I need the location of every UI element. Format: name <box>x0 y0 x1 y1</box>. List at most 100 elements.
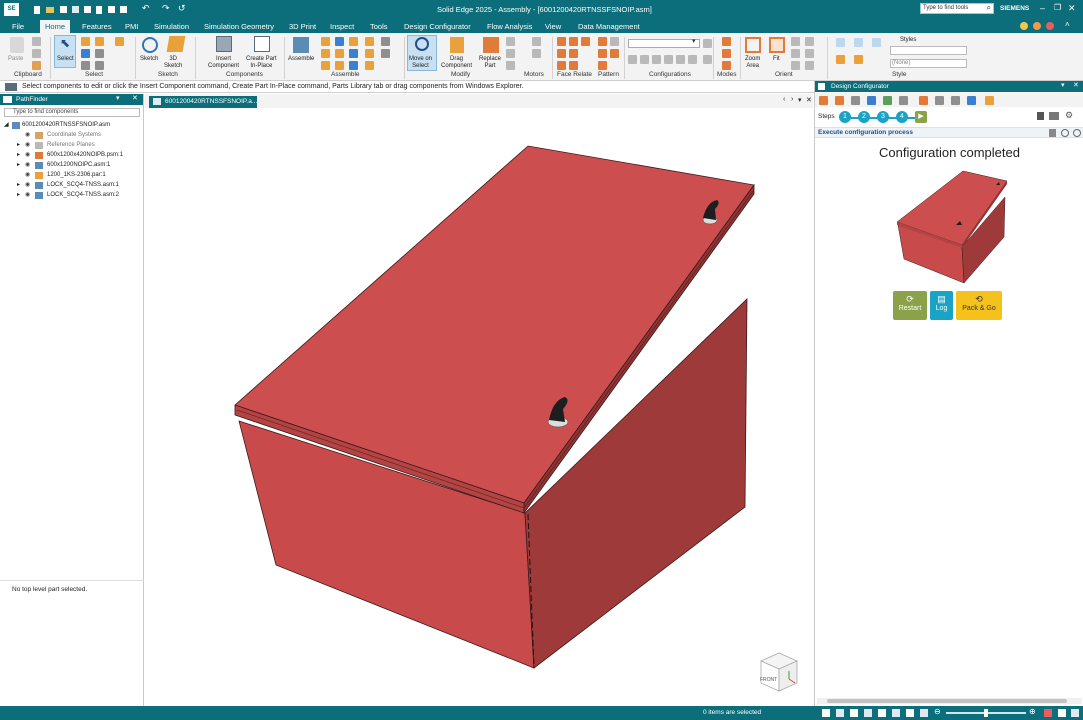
expand-arrow-icon[interactable]: ▸ <box>17 151 20 158</box>
face-relate-icon-3[interactable] <box>557 61 566 70</box>
face-relate-icon-7[interactable] <box>581 37 590 46</box>
relate-icon-1[interactable] <box>321 37 330 46</box>
pathfinder-search[interactable]: Type to find components <box>4 108 140 117</box>
modify-icon-2[interactable] <box>506 49 515 58</box>
relate-icon-12[interactable] <box>365 61 374 70</box>
assemble-icon[interactable] <box>293 37 309 53</box>
modify-icon-1[interactable] <box>506 37 515 46</box>
panel-tool-icon-11[interactable] <box>985 96 994 105</box>
status-tool-icon-10[interactable] <box>1058 709 1066 717</box>
status-tool-icon-8[interactable] <box>920 709 928 717</box>
sketch-3d-button[interactable]: 3D Sketch <box>164 56 182 69</box>
tab-flow-analysis[interactable]: Flow Analysis <box>487 22 532 31</box>
grid-icon[interactable] <box>108 6 115 13</box>
panel-tool-icon-3[interactable] <box>851 96 860 105</box>
configuration-icon-1[interactable] <box>703 39 712 48</box>
select-option-icon-7[interactable] <box>115 37 124 46</box>
pin-icon[interactable]: ▾ <box>1061 81 1065 89</box>
relate-icon-13[interactable] <box>381 37 390 46</box>
tab-simulation-geometry[interactable]: Simulation Geometry <box>204 22 274 31</box>
drag-component-icon[interactable] <box>450 37 464 53</box>
view-style-icon-3[interactable] <box>872 38 881 47</box>
tab-tools[interactable]: Tools <box>370 22 388 31</box>
view-style-icon-5[interactable] <box>854 55 863 64</box>
view-cube[interactable]: FRONT <box>755 651 801 695</box>
select-option-icon-4[interactable] <box>95 37 104 46</box>
relate-icon-6[interactable] <box>335 61 344 70</box>
relate-icon-9[interactable] <box>349 61 358 70</box>
mode-icon-2[interactable] <box>722 49 731 58</box>
log-button[interactable]: ▤ Log <box>930 291 953 320</box>
layout-icon[interactable] <box>1049 112 1059 120</box>
open-icon[interactable] <box>46 7 54 13</box>
pattern-icon-4[interactable] <box>610 37 619 46</box>
view-style-icon-2[interactable] <box>854 38 863 47</box>
view-style-icon-4[interactable] <box>836 55 845 64</box>
tab-file[interactable]: File <box>12 22 24 31</box>
visibility-icon[interactable]: ◉ <box>25 161 30 168</box>
panel-tool-icon-9[interactable] <box>951 96 960 105</box>
tab-pmi[interactable]: PMI <box>125 22 138 31</box>
visibility-icon[interactable]: ◉ <box>25 141 30 148</box>
replace-part-icon[interactable] <box>483 37 499 53</box>
expand-arrow-icon[interactable]: ▸ <box>17 191 20 198</box>
expand-arrow-icon[interactable]: ▸ <box>17 181 20 188</box>
step-3[interactable]: 3 <box>877 111 889 123</box>
scroll-left-icon[interactable]: ‹ <box>783 96 785 103</box>
relate-icon-8[interactable] <box>349 49 358 58</box>
tools-icon[interactable] <box>120 6 127 13</box>
motor-icon-1[interactable] <box>532 37 541 46</box>
restore-icon[interactable]: ❐ <box>1054 3 1061 12</box>
pattern-icon-1[interactable] <box>598 37 607 46</box>
panel-tool-icon-10[interactable] <box>967 96 976 105</box>
command-search[interactable]: Type to find tools ⌕ <box>920 3 994 14</box>
pattern-icon-3[interactable] <box>598 61 607 70</box>
zoom-in-icon[interactable]: ⊕ <box>1029 707 1036 716</box>
visibility-icon[interactable]: ◉ <box>25 131 30 138</box>
insert-component-button[interactable]: Insert Component <box>208 56 239 69</box>
refresh-icon[interactable] <box>1061 129 1069 137</box>
panel-tool-icon-6[interactable] <box>899 96 908 105</box>
orient-icon-3[interactable] <box>791 61 800 70</box>
status-tool-icon-11[interactable] <box>1071 709 1079 717</box>
minimize-icon[interactable]: – <box>1040 3 1045 13</box>
step-4[interactable]: 4 <box>896 111 908 123</box>
fit-button[interactable]: Fit <box>773 56 780 63</box>
status-tool-icon-5[interactable] <box>878 709 886 717</box>
status-tool-icon-3[interactable] <box>850 709 858 717</box>
ribbon-minimize-icon[interactable]: ˄ <box>1065 20 1070 29</box>
save-all-icon[interactable] <box>72 6 79 13</box>
relate-icon-3[interactable] <box>321 61 330 70</box>
face-relate-icon-4[interactable] <box>569 37 578 46</box>
configuration-icon-7[interactable] <box>688 55 697 64</box>
assemble-button[interactable]: Assemble <box>288 56 314 63</box>
paste-icon[interactable] <box>10 37 24 53</box>
modify-icon-3[interactable] <box>506 61 515 70</box>
select-option-icon-2[interactable] <box>81 49 90 58</box>
tab-features[interactable]: Features <box>82 22 112 31</box>
enclosure-model[interactable] <box>145 108 813 706</box>
panel-tool-icon-1[interactable] <box>819 96 828 105</box>
relate-icon-2[interactable] <box>321 49 330 58</box>
paste-button[interactable]: Paste <box>8 56 23 63</box>
zoom-slider-thumb[interactable] <box>984 709 988 717</box>
expand-arrow-icon[interactable]: ▸ <box>17 161 20 168</box>
relate-icon-11[interactable] <box>365 49 374 58</box>
graphics-window[interactable]: FRONT <box>145 108 813 706</box>
status-tool-icon-9[interactable] <box>1044 709 1052 717</box>
relate-icon-7[interactable] <box>349 37 358 46</box>
close-icon[interactable]: ✕ <box>132 94 138 102</box>
relate-icon-14[interactable] <box>381 49 390 58</box>
zoom-area-icon[interactable] <box>745 37 761 53</box>
face-relate-icon-6[interactable] <box>569 61 578 70</box>
configuration-icon-4[interactable] <box>652 55 661 64</box>
tab-3d-print[interactable]: 3D Print <box>289 22 316 31</box>
lock-icon[interactable] <box>1037 112 1044 120</box>
orient-icon-4[interactable] <box>805 37 814 46</box>
smile-icon[interactable] <box>1033 22 1041 30</box>
step-1[interactable]: 1 <box>839 111 851 123</box>
tab-simulation[interactable]: Simulation <box>154 22 189 31</box>
panel-tool-icon-7[interactable] <box>919 96 928 105</box>
pin-icon[interactable]: ▾ <box>116 94 120 102</box>
select-option-icon-3[interactable] <box>81 61 90 70</box>
